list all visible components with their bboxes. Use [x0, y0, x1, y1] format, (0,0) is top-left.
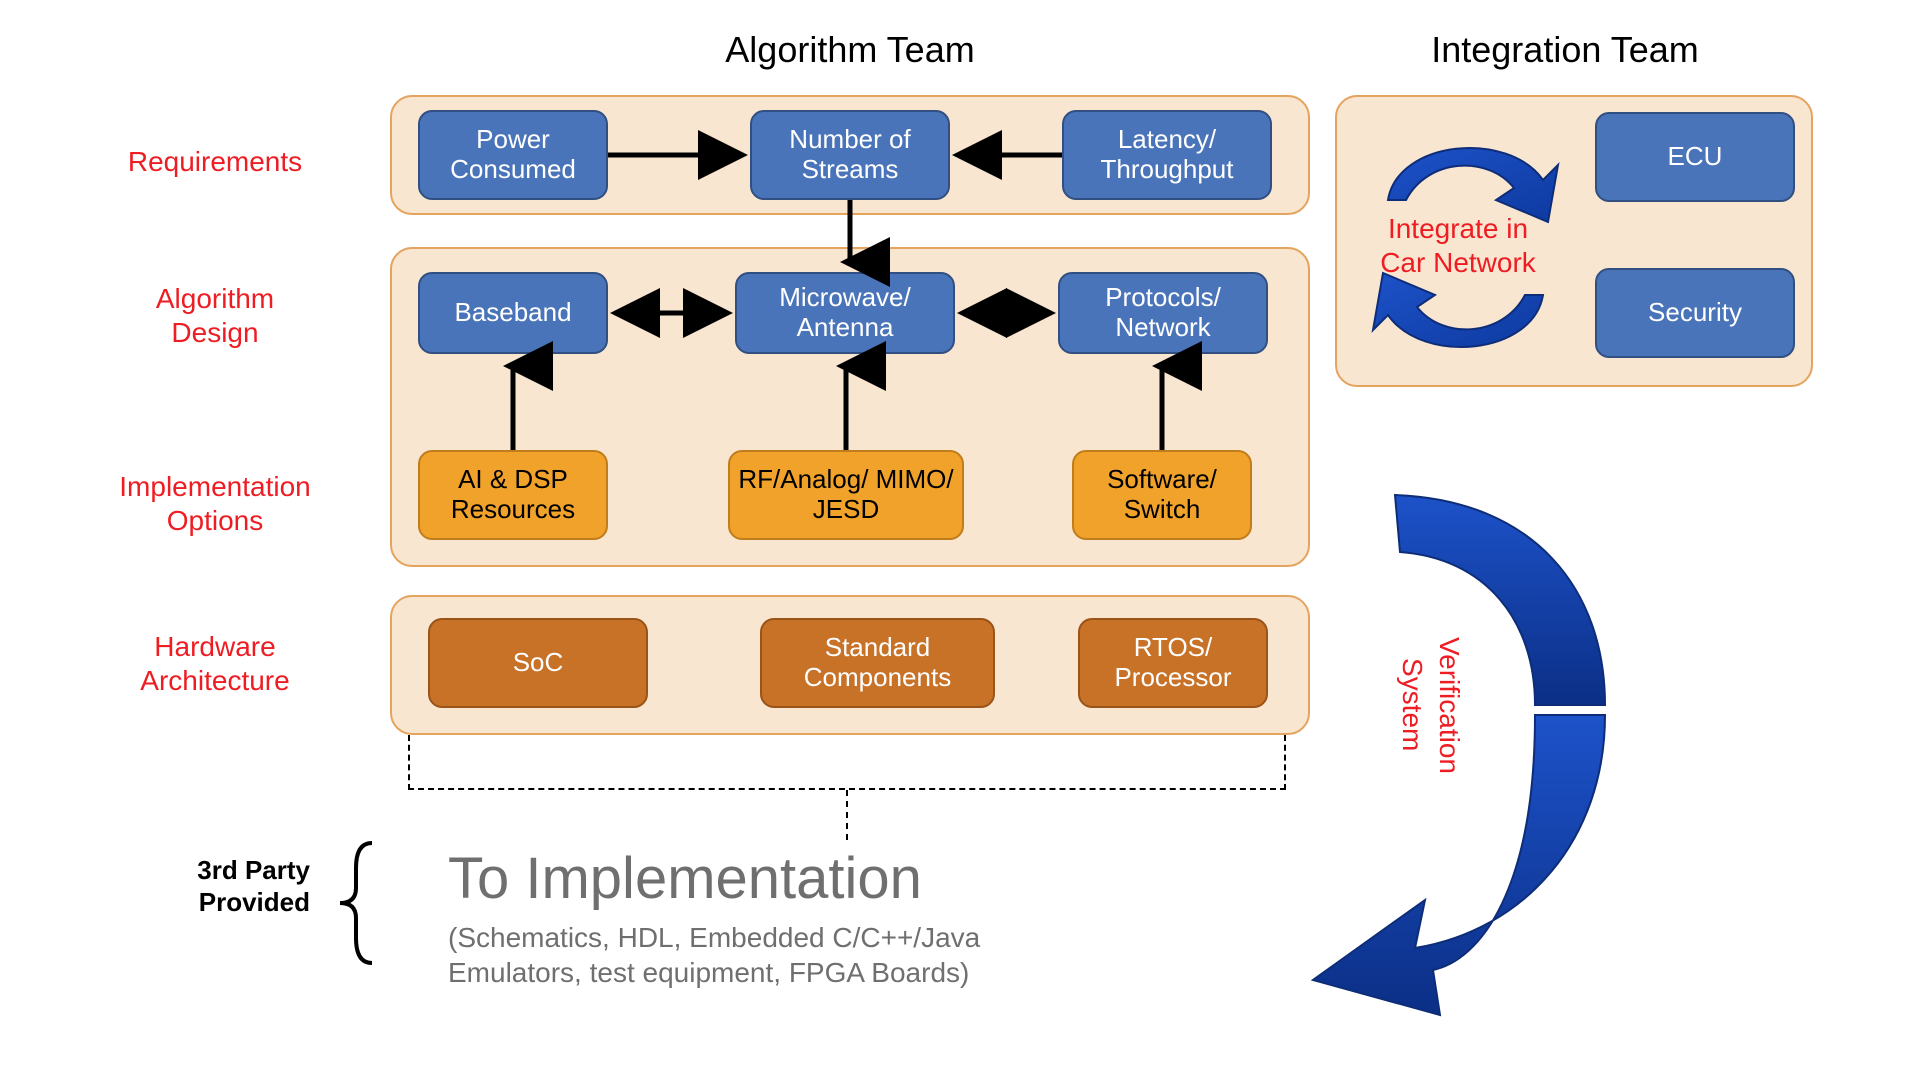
- label-alg-design-1: Algorithm: [95, 282, 335, 316]
- third-party-label-2: Provided: [120, 887, 310, 918]
- label-impl-opt-2: Options: [95, 504, 335, 538]
- box-rtos-processor: RTOS/ Processor: [1078, 618, 1268, 708]
- to-impl-sub2: Emulators, test equipment, FPGA Boards): [448, 955, 1148, 990]
- to-impl-sub1: (Schematics, HDL, Embedded C/C++/Java: [448, 920, 1148, 955]
- box-ai-dsp: AI & DSP Resources: [418, 450, 608, 540]
- sysver-label-2: Verification: [1432, 590, 1467, 820]
- arrow-streams-to-microwave: [835, 200, 865, 276]
- arrow-rf-to-microwave: [831, 354, 861, 452]
- system-verification-arrow: [1305, 470, 1635, 1005]
- label-impl-opt-1: Implementation: [95, 470, 335, 504]
- label-requirements: Requirements: [95, 145, 335, 179]
- to-impl-title: To Implementation: [448, 845, 1148, 912]
- to-implementation-block: To Implementation (Schematics, HDL, Embe…: [448, 845, 1148, 990]
- box-standard-components: Standard Components: [760, 618, 995, 708]
- brace-icon: [330, 838, 390, 968]
- box-protocols-network: Protocols/ Network: [1058, 272, 1268, 354]
- box-security: Security: [1595, 268, 1795, 358]
- box-software-switch: Software/ Switch: [1072, 450, 1252, 540]
- third-party-label-1: 3rd Party: [120, 855, 310, 886]
- box-soc: SoC: [428, 618, 648, 708]
- arrow-softswitch-to-protocols: [1147, 354, 1177, 452]
- label-hw-2: Architecture: [95, 664, 335, 698]
- arrow-microwave-protocols: [955, 298, 1058, 328]
- integration-cycle-arrows: [1348, 110, 1568, 375]
- box-latency-throughput: Latency/ Throughput: [1062, 110, 1272, 200]
- algorithm-team-header: Algorithm Team: [390, 30, 1310, 70]
- label-alg-design-2: Design: [95, 316, 335, 350]
- box-rf-analog: RF/Analog/ MIMO/ JESD: [728, 450, 964, 540]
- box-baseband: Baseband: [418, 272, 608, 354]
- box-power-consumed: Power Consumed: [418, 110, 608, 200]
- dashed-bracket: [408, 735, 1286, 790]
- label-hw-1: Hardware: [95, 630, 335, 664]
- box-microwave-antenna: Microwave/ Antenna: [735, 272, 955, 354]
- arrow-latency-to-streams: [950, 140, 1062, 170]
- box-number-streams: Number of Streams: [750, 110, 950, 200]
- arrow-baseband-microwave: [608, 298, 735, 328]
- box-ecu: ECU: [1595, 112, 1795, 202]
- sysver-label-1: System: [1395, 590, 1430, 820]
- arrow-power-to-streams: [608, 140, 750, 170]
- integration-team-header: Integration Team: [1335, 30, 1795, 70]
- arrow-aidsp-to-baseband: [498, 354, 528, 452]
- bracket-stem: [832, 790, 862, 845]
